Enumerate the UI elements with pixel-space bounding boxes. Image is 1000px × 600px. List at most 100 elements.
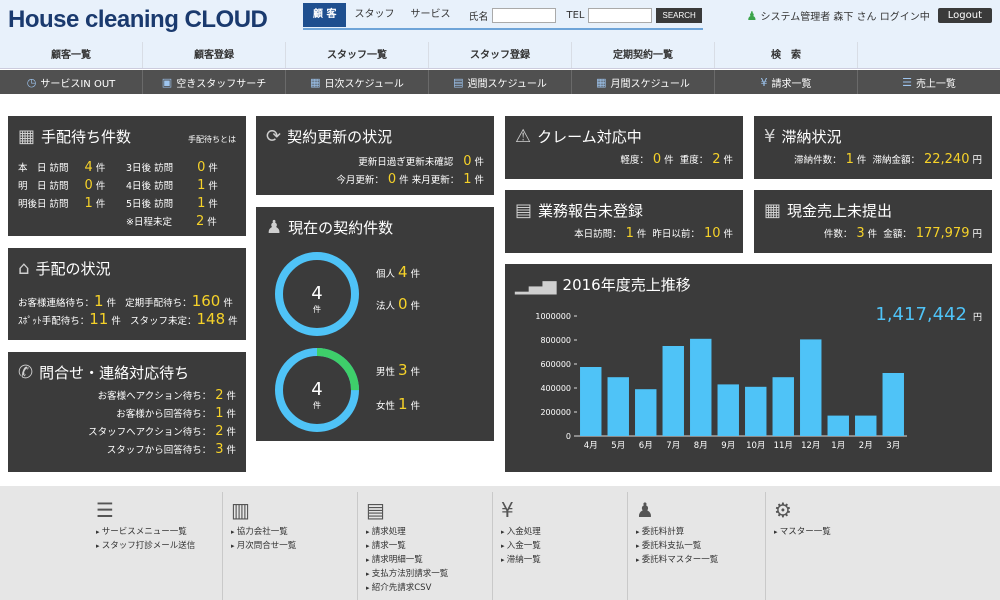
footer-link[interactable]: マスター一覧 [774, 526, 901, 538]
bar-7月 [662, 346, 684, 436]
subnav-sales[interactable]: ☰ 売上一覧 [858, 70, 1000, 94]
subnav-free-staff[interactable]: ▣ 空きスタッフサーチ [143, 70, 286, 94]
footer-link[interactable]: 入金処理 [501, 526, 627, 538]
nav-customer-register[interactable]: 顧客登録 [143, 42, 286, 68]
title-text: 手配待ち件数 [41, 128, 132, 146]
label: ｽﾎﾟｯﾄ手配待ち： [18, 316, 90, 327]
unit: 件 [856, 155, 867, 166]
footer-link[interactable]: 滞納一覧 [501, 554, 627, 566]
footer-link[interactable]: 紹介先請求CSV [366, 582, 492, 594]
value: 1 [84, 196, 93, 211]
warning-icon: ⚠ [515, 126, 532, 147]
panel-cash[interactable]: ▦ 現金売上未提出 件数： 3 件 金額： 177,979 円 [754, 190, 992, 253]
panel-report[interactable]: ▤ 業務報告未登録 本日訪問： 1 件 昨日以前： 10 件 [505, 190, 743, 253]
footer-link[interactable]: 請求処理 [366, 526, 492, 538]
inquiry-row: スタッフから回答待ち： 3 件 [88, 442, 236, 460]
inquiry-row: お客様から回答待ち： 1 件 [88, 406, 236, 424]
sub-nav: ◷ サービスIN OUT ▣ 空きスタッフサーチ ▦ 日次スケジュール ▤ 週間スケジュ… [0, 70, 1000, 94]
bar-9月 [717, 384, 739, 436]
panel-current-contracts[interactable]: ♟ 現在の契約件数 4 件 個人 4 件 法人 0 件 4 件 男性 3 件 女性… [256, 207, 494, 441]
subnav-service-inout[interactable]: ◷ サービスIN OUT [0, 70, 143, 94]
search-tab-staff[interactable]: スタッフ [346, 3, 402, 27]
tel-input[interactable] [588, 7, 653, 23]
unit: 円 [972, 155, 982, 166]
value: 4 [398, 263, 408, 281]
unit: 件 [208, 163, 218, 174]
subnav-monthly[interactable]: ▦ 月間スケジュール [572, 70, 715, 94]
search-button[interactable]: SEARCH [656, 7, 702, 23]
bar-4月 [580, 367, 602, 436]
nav-search[interactable]: 検 索 [715, 42, 858, 68]
label: スタッフ未定： [129, 316, 197, 327]
subnav-daily[interactable]: ▦ 日次スケジュール [286, 70, 429, 94]
unit: 件 [95, 181, 106, 192]
search-tab-service[interactable]: サービス [402, 3, 458, 27]
footer-col-service: ☰ サービスメニュー一覧 スタッフ打診メール送信 [88, 492, 223, 600]
subnav-label: 日次スケジュール [324, 78, 404, 90]
footer-link[interactable]: 協力会社一覧 [231, 526, 357, 538]
footer-col-payment: ¥ 入金処理 入金一覧 滞納一覧 [493, 492, 628, 600]
building-icon: ▥ [231, 498, 250, 522]
menu-list-icon: ☰ [96, 498, 114, 522]
value: 2 [215, 388, 224, 403]
footer-link[interactable]: 月次問合せ一覧 [231, 540, 357, 552]
value: 177,979 [915, 226, 970, 241]
footer-link[interactable]: スタッフ打診メール送信 [96, 540, 222, 552]
y-tick-label: 1000000 [535, 312, 571, 321]
waiting-today: 本 日 訪問 4 件 [18, 160, 105, 175]
panel-sales-chart[interactable]: ▁▃▅ 2016年度売上推移 1,417,442 円 0 200000 400000 6… [505, 264, 992, 472]
panel-overdue[interactable]: ¥ 滞納状況 滞納件数： 1 件 滞納金額： 22,240 円 [754, 116, 992, 179]
calendar-icon: ▦ [18, 126, 36, 147]
value: 1 [197, 196, 206, 211]
search-tab-customer[interactable]: 顧 客 [303, 3, 347, 27]
logout-button[interactable]: Logout [937, 8, 992, 23]
value: 160 [191, 292, 221, 310]
panel-contract-renewal[interactable]: ⟳ 契約更新の状況 更新日過ぎ更新未確認 0 件 今月更新： 0 件 来月更新： 1 件 [256, 116, 494, 195]
x-tick-label: 10月 [746, 441, 765, 451]
footer-link[interactable]: 支払方法別請求一覧 [366, 568, 492, 580]
nav-contract-list[interactable]: 定期契約一覧 [572, 42, 715, 68]
y-tick-label: 600000 [540, 360, 571, 369]
footer-link[interactable]: 委託料計算 [636, 526, 765, 538]
waiting-4days: 4日後 訪問 1 件 [126, 178, 218, 193]
footer-link[interactable]: 委託料マスター一覧 [636, 554, 765, 566]
footer-link[interactable]: 請求一覧 [366, 540, 492, 552]
nav-staff-list[interactable]: スタッフ一覧 [286, 42, 429, 68]
label: 重度： [679, 155, 709, 166]
subnav-weekly[interactable]: ▤ 週間スケジュール [429, 70, 572, 94]
arrangement-note-link[interactable]: 手配待ちとは [188, 134, 236, 145]
nav-customer-list[interactable]: 顧客一覧 [0, 42, 143, 68]
app-logo[interactable]: House cleaning CLOUD [8, 6, 268, 34]
subnav-invoices[interactable]: ¥ 請求一覧 [715, 70, 858, 94]
waiting-5days: 5日後 訪問 1 件 [126, 196, 218, 211]
staff-search-icon: ▣ [161, 75, 173, 89]
title-text: 業務報告未登録 [538, 202, 644, 220]
panel-claims[interactable]: ⚠ クレーム対応中 軽度： 0 件 重度： 2 件 [505, 116, 743, 179]
waiting-day-after: 明後日 訪問 1 件 [18, 196, 105, 211]
invoice-icon: ▤ [366, 498, 385, 522]
panel-arrangement-waiting[interactable]: ▦ 手配待ち件数 手配待ちとは 本 日 訪問 4 件 明 日 訪問 0 件 明後日 訪問 1… [8, 116, 246, 236]
panel-title: ⟳ 契約更新の状況 [266, 126, 484, 147]
panel-inquiry[interactable]: ✆ 問合せ・連絡対応待ち お客様へアクション待ち： 2 件 お客様から回答待ち： 1 件 … [8, 352, 246, 472]
gear-icon: ⚙ [774, 498, 792, 522]
nav-staff-register[interactable]: スタッフ登録 [429, 42, 572, 68]
name-input[interactable] [492, 7, 557, 23]
footer-link[interactable]: 委託料支払一覧 [636, 540, 765, 552]
male-count: 男性 3 件 [376, 361, 420, 379]
renewal-row: 今月更新： 0 件 来月更新： 1 件 [336, 172, 484, 190]
status-row-2: ｽﾎﾟｯﾄ手配待ち：11 件 スタッフ未定：148 件 [18, 310, 238, 328]
x-tick-label: 7月 [666, 441, 680, 451]
x-tick-label: 5月 [611, 441, 625, 451]
panel-arrangement-status[interactable]: ⌂ 手配の状況 お客様連絡待ち：1 件 定期手配待ち：160 件 ｽﾎﾟｯﾄ手配待… [8, 248, 246, 340]
y-tick-label: 400000 [540, 384, 571, 393]
tel-label: TEL [566, 9, 585, 21]
label: 定期手配待ち： [125, 298, 192, 309]
claims-lines: 軽度： 0 件 重度： 2 件 [620, 152, 733, 170]
x-tick-label: 12月 [801, 441, 820, 451]
footer-link[interactable]: サービスメニュー一覧 [96, 526, 222, 538]
footer-link[interactable]: 請求明細一覧 [366, 554, 492, 566]
value: 2 [712, 152, 721, 167]
staff-yen-icon: ♟ [636, 498, 654, 522]
clock-icon: ◷ [26, 75, 37, 89]
footer-link[interactable]: 入金一覧 [501, 540, 627, 552]
